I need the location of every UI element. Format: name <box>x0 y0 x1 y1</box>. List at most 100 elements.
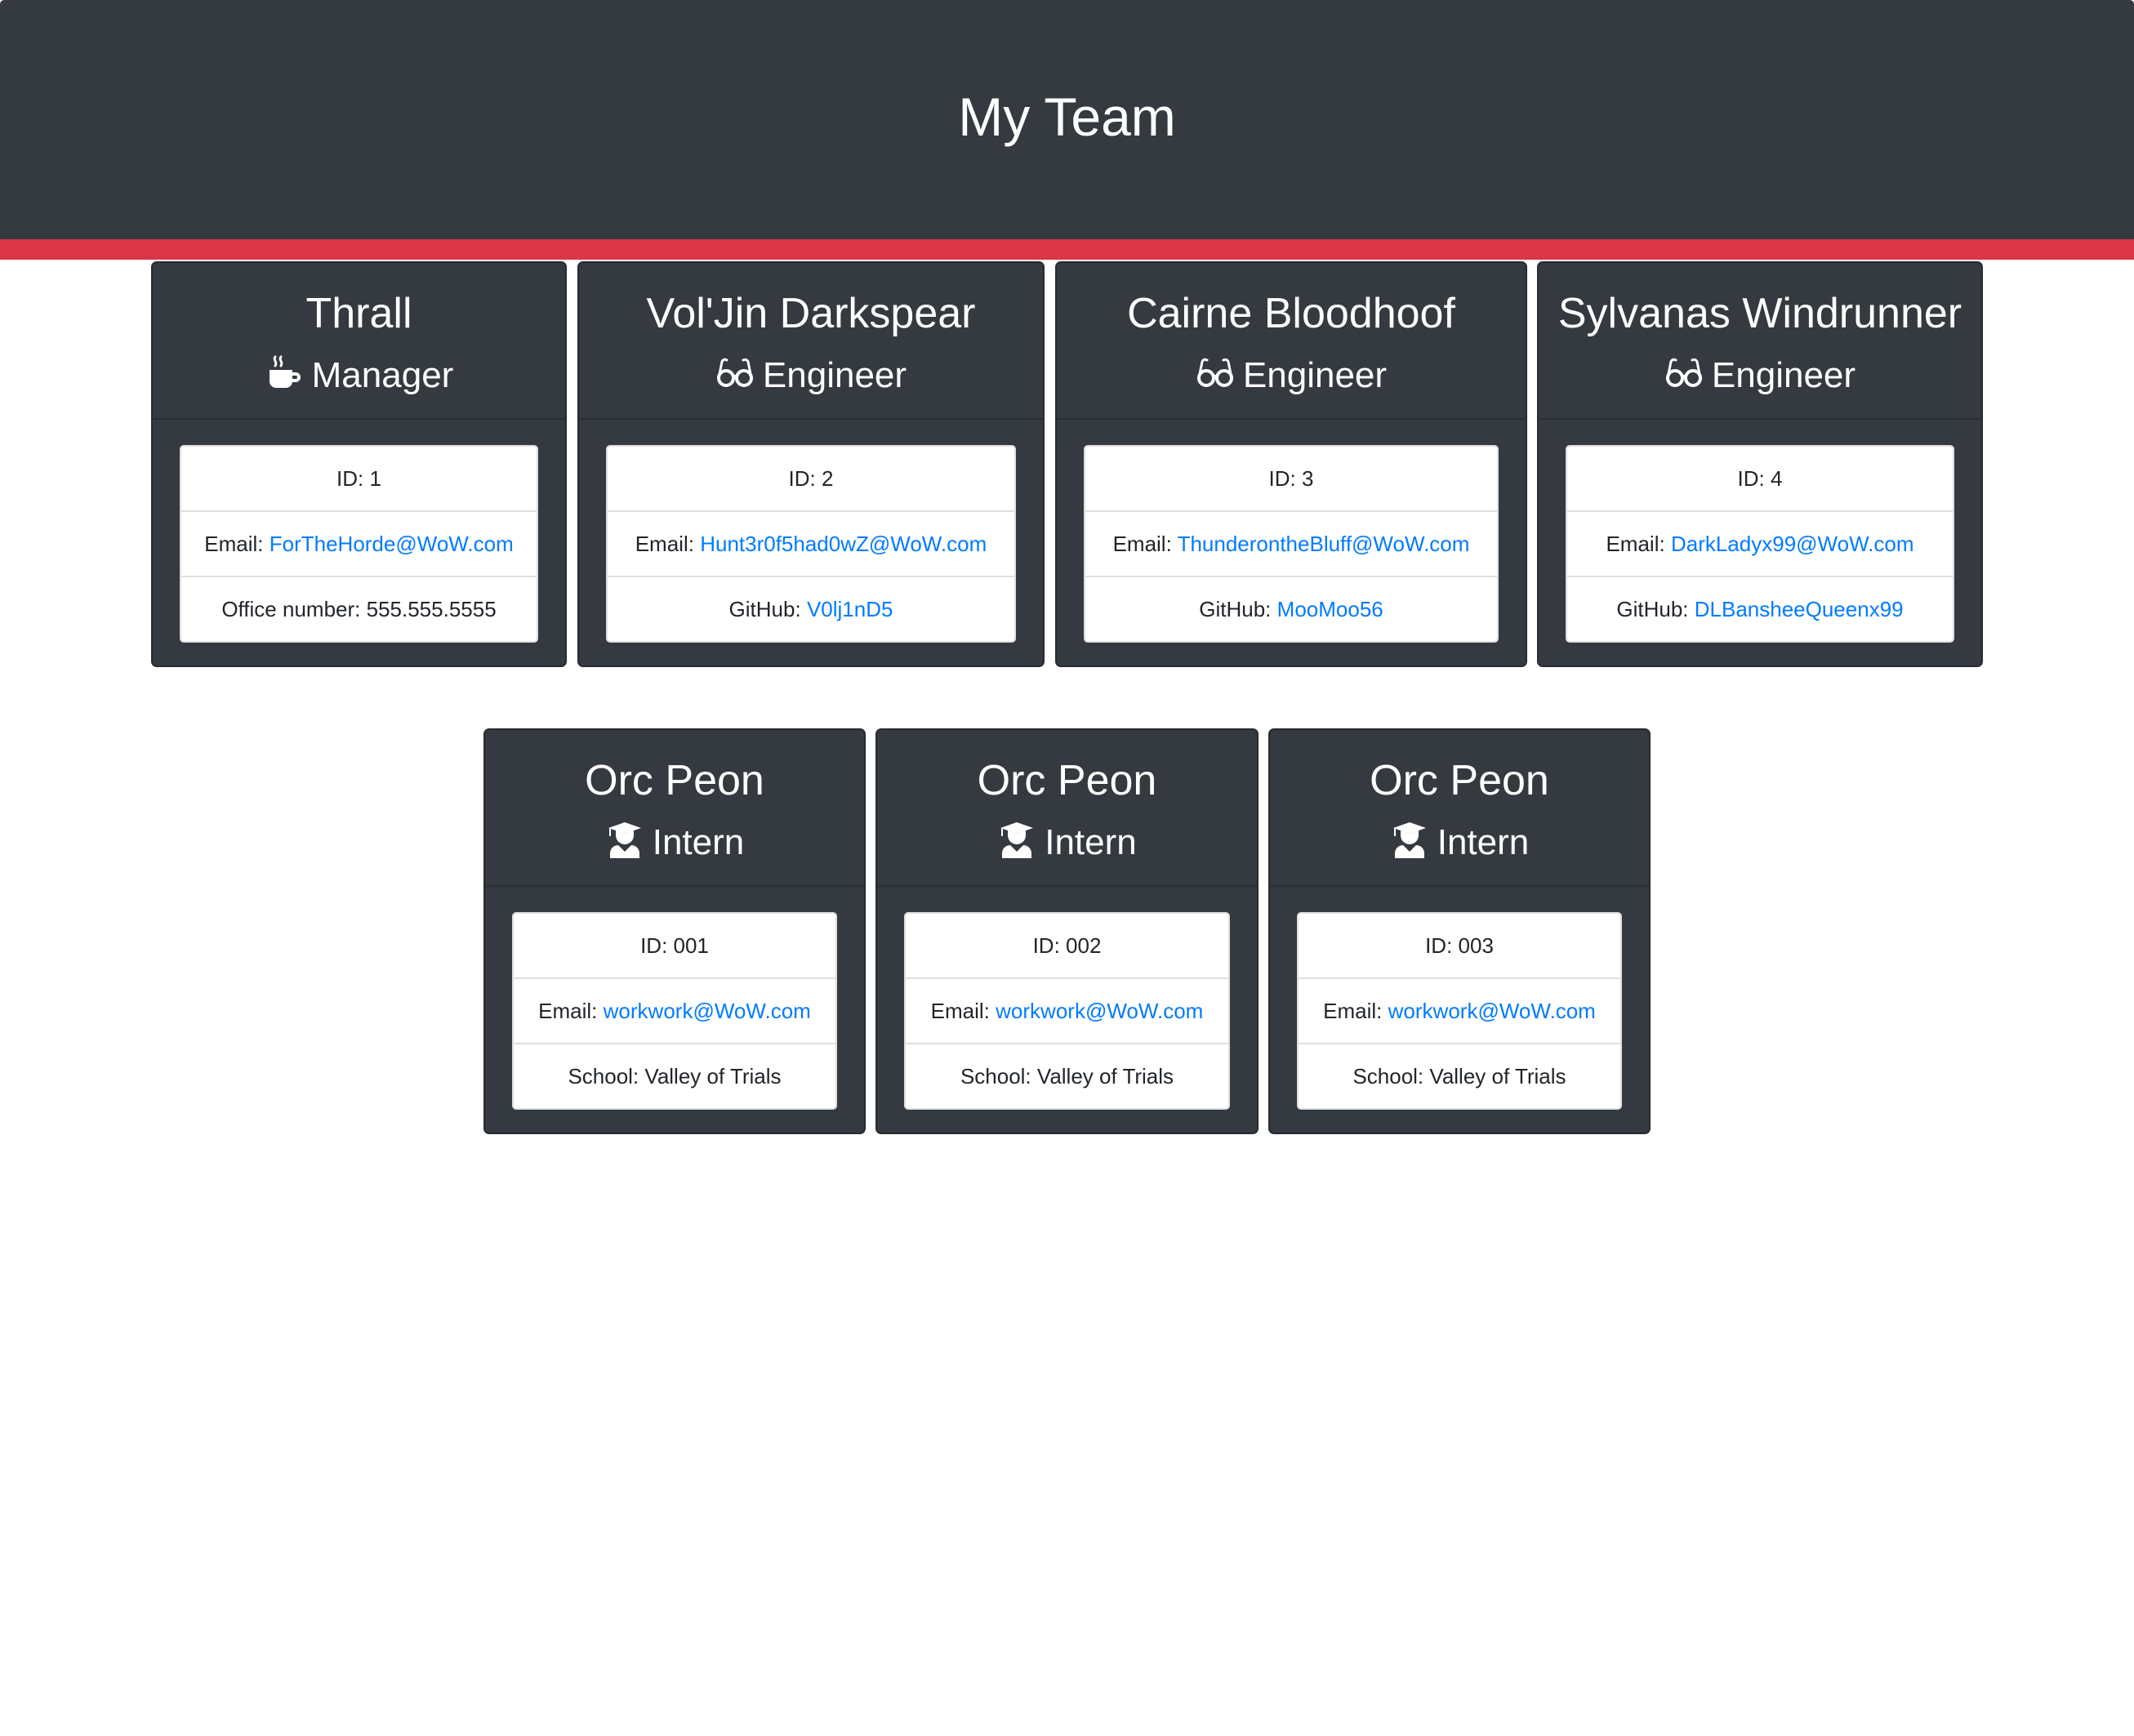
id-row: ID: 4 <box>1567 447 1953 510</box>
email-link[interactable]: ForTheHorde@WoW.com <box>270 532 514 556</box>
id-row: ID: 3 <box>1085 447 1497 510</box>
mug-icon <box>265 354 304 393</box>
github-link[interactable]: MooMoo56 <box>1277 597 1383 621</box>
employee-name: Cairne Bloodhoof <box>1127 290 1455 337</box>
school-label: School: <box>1352 1064 1424 1088</box>
github-row: GitHub: DLBansheeQueenx99 <box>1567 576 1953 641</box>
email-label: Email: <box>1606 532 1665 556</box>
header-accent-stripe <box>0 239 2134 260</box>
id-value: 002 <box>1066 933 1102 958</box>
employee-name: Thrall <box>305 290 412 337</box>
email-row: Email: workwork@WoW.com <box>514 977 835 1043</box>
email-link[interactable]: workwork@WoW.com <box>1388 999 1596 1023</box>
id-label: ID: <box>788 466 816 491</box>
email-row: Email: workwork@WoW.com <box>1299 977 1620 1043</box>
id-row: ID: 003 <box>1299 914 1620 977</box>
github-link[interactable]: V0lj1nD5 <box>807 597 893 621</box>
email-label: Email: <box>1112 532 1172 556</box>
id-label: ID: <box>1032 933 1060 958</box>
github-row: GitHub: V0lj1nD5 <box>608 576 1014 641</box>
id-value: 003 <box>1458 933 1494 958</box>
employee-role: Engineer <box>579 353 1043 398</box>
school-value: Valley of Trials <box>1036 1064 1174 1088</box>
id-label: ID: <box>1268 466 1296 491</box>
github-label: GitHub: <box>728 597 801 621</box>
employee-card: Orc Peon Intern ID: 002 Email: workwork@… <box>875 728 1259 1134</box>
email-link[interactable]: DarkLadyx99@WoW.com <box>1671 532 1914 556</box>
card-header: Cairne Bloodhoof Engineer <box>1057 263 1526 420</box>
role-label: Intern <box>1437 822 1530 862</box>
id-row: ID: 001 <box>514 914 835 977</box>
email-link[interactable]: workwork@WoW.com <box>996 999 1203 1023</box>
role-label: Intern <box>652 822 745 862</box>
email-row: Email: ForTheHorde@WoW.com <box>181 510 537 576</box>
email-label: Email: <box>204 532 264 556</box>
employee-name: Orc Peon <box>585 757 764 804</box>
employee-card: Cairne Bloodhoof Engineer ID: 3 Email: T… <box>1055 261 1527 667</box>
employee-name: Vol'Jin Darkspear <box>646 290 976 337</box>
office-label: Office number: <box>221 597 361 621</box>
office-number: 555.555.5555 <box>366 597 497 621</box>
email-link[interactable]: Hunt3r0f5had0wZ@WoW.com <box>700 532 987 556</box>
role-label: Intern <box>1045 822 1137 862</box>
details-list: ID: 003 Email: workwork@WoW.com School: … <box>1297 912 1622 1110</box>
email-row: Email: Hunt3r0f5had0wZ@WoW.com <box>608 510 1014 576</box>
id-value: 3 <box>1302 466 1314 491</box>
page-header: My Team <box>0 0 2134 239</box>
github-link[interactable]: DLBansheeQueenx99 <box>1695 597 1904 621</box>
email-label: Email: <box>1323 999 1383 1023</box>
graduate-icon <box>605 821 644 860</box>
id-row: ID: 002 <box>906 914 1228 977</box>
employee-role: Manager <box>153 353 565 398</box>
card-header: Vol'Jin Darkspear Engineer <box>579 263 1043 420</box>
school-value: Valley of Trials <box>644 1064 782 1088</box>
details-list: ID: 001 Email: workwork@WoW.com School: … <box>512 912 837 1110</box>
id-label: ID: <box>336 466 364 491</box>
email-link[interactable]: ThunderontheBluff@WoW.com <box>1178 532 1470 556</box>
card-header: Orc Peon Intern <box>877 730 1257 887</box>
glasses-icon <box>1664 354 1704 393</box>
graduate-icon <box>1390 821 1429 860</box>
role-label: Engineer <box>1711 355 1856 395</box>
graduate-icon <box>997 821 1036 860</box>
employee-role: Intern <box>1270 820 1649 866</box>
employee-role: Intern <box>877 820 1257 866</box>
email-row: Email: DarkLadyx99@WoW.com <box>1567 510 1953 576</box>
id-label: ID: <box>640 933 668 958</box>
id-value: 1 <box>369 466 381 491</box>
email-row: Email: ThunderontheBluff@WoW.com <box>1085 510 1497 576</box>
id-value: 001 <box>673 933 709 958</box>
email-row: Email: workwork@WoW.com <box>906 977 1228 1043</box>
school-row: School: Valley of Trials <box>1299 1043 1620 1108</box>
role-label: Manager <box>311 355 454 395</box>
card-header: Orc Peon Intern <box>1270 730 1649 887</box>
github-label: GitHub: <box>1199 597 1272 621</box>
card-header: Sylvanas Windrunner Engineer <box>1539 263 1981 420</box>
email-link[interactable]: workwork@WoW.com <box>604 999 811 1023</box>
office-row: Office number: 555.555.5555 <box>181 576 537 641</box>
id-value: 2 <box>822 466 834 491</box>
details-list: ID: 3 Email: ThunderontheBluff@WoW.com G… <box>1084 445 1499 643</box>
school-value: Valley of Trials <box>1429 1064 1566 1088</box>
card-header: Orc Peon Intern <box>485 730 864 887</box>
employee-name: Orc Peon <box>1370 757 1549 804</box>
glasses-icon <box>1196 354 1235 393</box>
employee-card: Vol'Jin Darkspear Engineer ID: 2 Email: … <box>577 261 1045 667</box>
glasses-icon <box>715 354 755 393</box>
email-label: Email: <box>635 532 694 556</box>
id-row: ID: 2 <box>608 447 1014 510</box>
employee-card: Orc Peon Intern ID: 003 Email: workwork@… <box>1268 728 1651 1134</box>
page-title: My Team <box>958 87 1176 147</box>
employee-card: Thrall Manager ID: 1 Email: ForTheHorde@… <box>151 261 567 667</box>
school-label: School: <box>568 1064 639 1088</box>
school-row: School: Valley of Trials <box>906 1043 1228 1108</box>
card-header: Thrall Manager <box>153 263 565 420</box>
employee-card: Sylvanas Windrunner Engineer ID: 4 Email… <box>1537 261 1983 667</box>
email-label: Email: <box>538 999 598 1023</box>
role-label: Engineer <box>1242 355 1388 395</box>
details-list: ID: 1 Email: ForTheHorde@WoW.com Office … <box>180 445 538 643</box>
id-label: ID: <box>1737 466 1765 491</box>
id-label: ID: <box>1425 933 1453 958</box>
role-label: Engineer <box>762 355 907 395</box>
details-list: ID: 002 Email: workwork@WoW.com School: … <box>904 912 1230 1110</box>
